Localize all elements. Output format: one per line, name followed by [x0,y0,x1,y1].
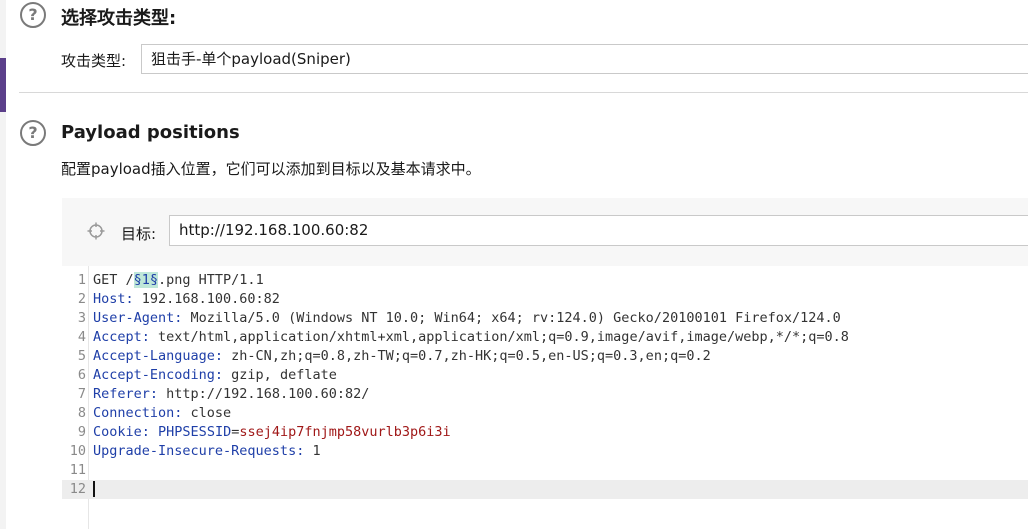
payload-positions-description: 配置payload插入位置，它们可以添加到目标以及基本请求中。 [61,160,481,178]
request-text: ssej4ip7fnjmp58vurlb3p6i3i [239,424,451,440]
request-text: Cookie: [93,424,150,440]
crosshair-icon [87,222,105,240]
payload-positions-title: Payload positions [61,122,240,143]
request-line[interactable]: 7 Referer: http://192.168.100.60:82/ [62,385,1028,404]
text-caret [93,481,95,497]
request-text: GET / [93,272,134,288]
request-text: 192.168.100.60:82 [133,291,280,307]
request-line[interactable]: 12 [62,480,1028,499]
request-text: 1 [304,443,321,459]
request-line[interactable]: 5 Accept-Language: zh-CN,zh;q=0.8,zh-TW;q… [62,347,1028,366]
request-line[interactable]: 11 [62,461,1028,480]
target-input[interactable]: http://192.168.100.60:82 [169,215,1028,246]
request-text [150,424,158,440]
request-line[interactable]: 10 Upgrade-Insecure-Requests: 1 [62,442,1028,461]
request-text: .png HTTP/1.1 [158,272,264,288]
request-text: Accept: [93,329,150,345]
line-number: 12 [69,481,86,497]
request-line[interactable]: 6 Accept-Encoding: gzip, deflate [62,366,1028,385]
request-text: User-Agent: [93,310,183,326]
request-text: gzip, deflate [223,367,337,383]
request-line[interactable]: 2 Host: 192.168.100.60:82 [62,290,1028,309]
section-divider [19,92,1028,93]
attack-type-select[interactable]: 狙击手-单个payload(Sniper) [141,44,1028,74]
help-circle-icon[interactable]: ? [20,120,46,146]
request-line[interactable]: 4 Accept: text/html,application/xhtml+xml… [62,328,1028,347]
line-number: 6 [77,367,86,383]
request-text: zh-CN,zh;q=0.8,zh-TW;q=0.7,zh-HK;q=0.5,e… [223,348,711,364]
request-text: Mozilla/5.0 (Windows NT 10.0; Win64; x64… [182,310,841,326]
request-text: Connection: [93,405,183,421]
line-number: 1 [77,272,86,288]
request-line[interactable]: 9 Cookie: PHPSESSID=ssej4ip7fnjmp58vurlb3… [62,423,1028,442]
request-text: Accept-Language: [93,348,224,364]
request-line[interactable]: 8 Connection: close [62,404,1028,423]
request-text: http://192.168.100.60:82/ [158,386,370,402]
help-circle-icon[interactable]: ? [20,2,46,28]
payload-marker: §1§ [133,272,159,288]
line-number: 7 [77,386,86,402]
request-text: close [182,405,232,421]
line-number: 3 [77,310,86,326]
request-text: Upgrade-Insecure-Requests: [93,443,305,459]
request-line[interactable]: 3 User-Agent: Mozilla/5.0 (Windows NT 10.… [62,309,1028,328]
line-number: 2 [77,291,86,307]
line-number: 11 [69,462,86,478]
line-number: 5 [77,348,86,364]
request-text: Referer: [93,386,159,402]
line-number: 4 [77,329,86,345]
target-label: 目标: [121,225,157,243]
request-text: Host: [93,291,134,307]
line-number: 9 [77,424,86,440]
request-text: PHPSESSID [158,424,232,440]
attack-type-label: 攻击类型: [61,52,127,70]
request-text: Accept-Encoding: [93,367,224,383]
line-number: 10 [69,443,86,459]
attack-type-title: 选择攻击类型: [61,8,177,29]
left-accent-bar [0,58,6,112]
line-number: 8 [77,405,86,421]
request-line[interactable]: 1 GET /§1§.png HTTP/1.1 [62,271,1028,290]
request-text: text/html,application/xhtml+xml,applicat… [149,329,849,345]
